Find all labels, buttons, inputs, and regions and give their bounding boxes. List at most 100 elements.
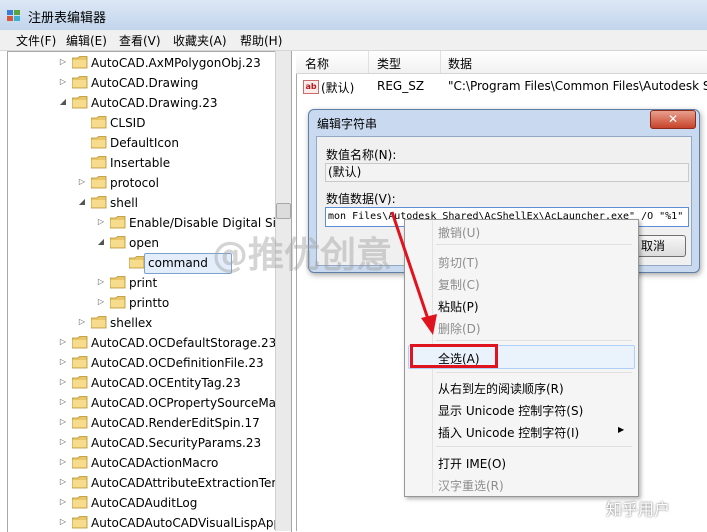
menu-file[interactable]: 文件(F) (16, 32, 56, 49)
tree-node[interactable]: ▷ printto (8, 293, 278, 313)
tree-node-label: AutoCAD.SecurityParams.23 (91, 436, 262, 450)
tree-node[interactable]: Insertable (8, 153, 278, 173)
menu-help[interactable]: 帮助(H) (240, 32, 282, 49)
menu-view[interactable]: 查看(V) (119, 32, 161, 49)
tree-node[interactable]: CLSID (8, 113, 278, 133)
tree-node-label: DefaultIcon (110, 136, 179, 150)
expand-arrow-icon[interactable]: ▷ (58, 357, 68, 367)
expand-arrow-icon[interactable]: ▷ (58, 497, 68, 507)
tree-node[interactable]: ▷ AutoCAD.OCDefaultStorage.23 (8, 333, 278, 353)
expand-arrow-icon[interactable]: ▷ (58, 77, 68, 87)
expand-arrow-icon[interactable]: ▷ (58, 337, 68, 347)
menu-item-copy[interactable]: 复制(C) (438, 276, 480, 293)
folder-icon (91, 156, 107, 169)
tree-node[interactable]: ◢ shell (8, 193, 278, 213)
menu-item-rtl-reading[interactable]: 从右到左的阅读顺序(R) (438, 380, 564, 397)
menu-edit[interactable]: 编辑(E) (66, 32, 107, 49)
folder-icon (72, 436, 88, 449)
menu-item-paste[interactable]: 粘贴(P) (438, 298, 479, 315)
tree-node[interactable]: ▷ protocol (8, 173, 278, 193)
tree-node-label: open (129, 236, 159, 250)
menu-favorites[interactable]: 收藏夹(A) (173, 32, 227, 49)
collapse-arrow-icon[interactable]: ◢ (96, 237, 106, 247)
expand-arrow-icon[interactable]: ▷ (58, 397, 68, 407)
expand-arrow-icon[interactable]: ▷ (58, 377, 68, 387)
tree-node-label: shell (110, 196, 138, 210)
expand-arrow-icon[interactable]: ▷ (58, 477, 68, 487)
tree-node[interactable]: ▷ AutoCADActionMacro (8, 453, 278, 473)
tree-node[interactable]: ▷ AutoCAD.OCPropertySourceManager (8, 393, 291, 413)
folder-icon (110, 236, 126, 249)
tree-node[interactable]: ▷ shellex (8, 313, 278, 333)
tree-node[interactable]: ▷ AutoCADAuditLog (8, 493, 278, 513)
corner-watermark: 知乎用户 (606, 500, 671, 519)
tree-node[interactable]: ▷ AutoCAD.OCDefinitionFile.23 (8, 353, 278, 373)
menu-item-delete[interactable]: 删除(D) (438, 320, 481, 337)
expand-arrow-icon[interactable]: ▷ (58, 417, 68, 427)
tree-node-label: AutoCADActionMacro (91, 456, 219, 470)
tree-node-label: CLSID (110, 116, 146, 130)
expand-arrow-icon[interactable]: ▷ (58, 457, 68, 467)
value-type: REG_SZ (377, 79, 425, 93)
expand-arrow-icon[interactable]: ▷ (96, 297, 106, 307)
expand-arrow-icon[interactable]: ▷ (96, 217, 106, 227)
tree-node-label: command (148, 256, 208, 270)
registry-tree[interactable]: ▷ AutoCAD.AxMPolygonObj.23 ▷ AutoCAD.Drawin… (7, 51, 292, 532)
tree-node[interactable]: ▷ AutoCAD.Drawing (8, 73, 278, 93)
tree-node[interactable]: ▷ AutoCAD.SecurityParams.23 (8, 433, 278, 453)
value-data-label: 数值数据(V): (326, 192, 396, 206)
folder-icon (72, 356, 88, 369)
menu-item-open-ime[interactable]: 打开 IME(O) (438, 455, 506, 472)
folder-icon (72, 336, 88, 349)
folder-icon (110, 296, 126, 309)
folder-icon (72, 396, 88, 409)
menu-item-undo[interactable]: 撤销(U) (438, 224, 480, 241)
tree-node-label: shellex (110, 316, 153, 330)
tree-node-label: AutoCAD.OCDefaultStorage.23 (91, 336, 277, 350)
expand-arrow-icon[interactable]: ▷ (77, 177, 87, 187)
collapse-arrow-icon[interactable]: ◢ (77, 197, 87, 207)
tree-node-label: AutoCAD.Drawing (91, 76, 199, 90)
expand-arrow-icon[interactable]: ▷ (58, 437, 68, 447)
tree-node[interactable]: ▷ AutoCAD.OCEntityTag.23 (8, 373, 278, 393)
expand-arrow-icon[interactable]: ▷ (58, 517, 68, 527)
tree-node[interactable]: DefaultIcon (8, 133, 278, 153)
folder-icon (72, 516, 88, 529)
expand-arrow-icon[interactable]: ▷ (96, 277, 106, 287)
highlight-box (410, 344, 498, 368)
tree-node-label: AutoCAD.Drawing.23 (91, 96, 218, 110)
tree-node-label: AutoCADAttributeExtractionTemplate (91, 476, 292, 490)
tree-node[interactable]: ◢ AutoCAD.Drawing.23 (8, 93, 278, 113)
tree-node[interactable]: ▷ AutoCADAttributeExtractionTemplate (8, 473, 291, 493)
tree-node-label: AutoCAD.RenderEditSpin.17 (91, 416, 260, 430)
folder-icon (91, 176, 107, 189)
tree-node[interactable]: ▷ AutoCADAutoCADVisualLispApp (8, 513, 281, 532)
menu-item-cut[interactable]: 剪切(T) (438, 254, 479, 271)
submenu-arrow-icon: ▶ (618, 425, 625, 434)
dialog-close-button[interactable]: ✕ (650, 110, 696, 129)
collapse-arrow-icon[interactable]: ◢ (58, 97, 68, 107)
menu-item-insert-unicode[interactable]: 插入 Unicode 控制字符(I) (438, 424, 579, 441)
folder-icon (110, 216, 126, 229)
menu-item-show-unicode[interactable]: 显示 Unicode 控制字符(S) (438, 402, 583, 419)
registry-editor-icon (7, 10, 20, 21)
menu-item-reconvert[interactable]: 汉字重选(R) (438, 477, 504, 494)
value-name[interactable]: (默认) (321, 79, 354, 96)
tree-scrollbar-thumb[interactable] (276, 203, 291, 219)
watermark: @推优创意 (212, 235, 393, 276)
tree-node-label: AutoCAD.AxMPolygonObj.23 (91, 56, 261, 70)
tree-node[interactable]: ▷ AutoCAD.RenderEditSpin.17 (8, 413, 278, 433)
folder-icon (72, 476, 88, 489)
tree-scrollbar[interactable] (275, 51, 291, 531)
dialog-title: 编辑字符串 (317, 117, 378, 131)
tree-node-label: AutoCAD.OCDefinitionFile.23 (91, 356, 264, 370)
column-type[interactable]: 类型 (377, 55, 401, 72)
tree-node[interactable]: ▷ AutoCAD.AxMPolygonObj.23 (8, 53, 278, 73)
column-data[interactable]: 数据 (448, 55, 472, 72)
column-name[interactable]: 名称 (305, 55, 329, 72)
expand-arrow-icon[interactable]: ▷ (77, 317, 87, 327)
title-bar (0, 0, 707, 31)
tree-node-label: AutoCADAuditLog (91, 496, 198, 510)
expand-arrow-icon[interactable]: ▷ (58, 57, 68, 67)
menu-bar: 文件(F) 编辑(E) 查看(V) 收藏夹(A) 帮助(H) (0, 30, 707, 51)
